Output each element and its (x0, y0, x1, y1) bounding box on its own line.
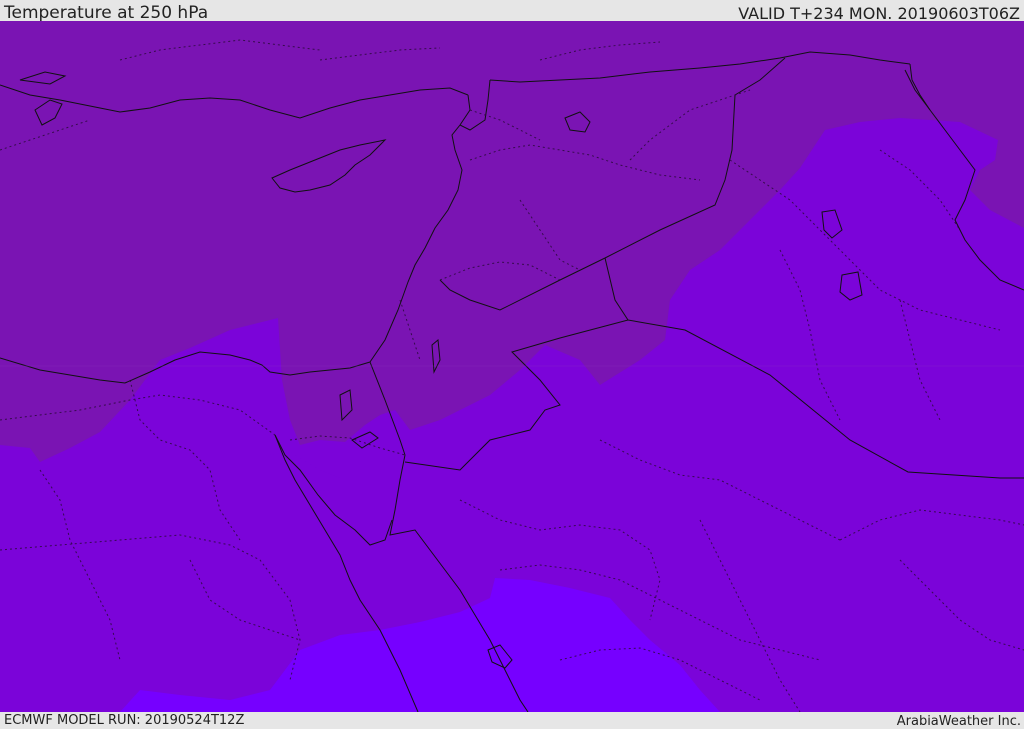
header-bar: Temperature at 250 hPa VALID T+234 MON. … (0, 0, 1024, 23)
brand-credit: ArabiaWeather Inc. (896, 714, 1021, 729)
footer-bar: ECMWF MODEL RUN: 20190524T12Z ArabiaWeat… (0, 712, 1024, 729)
model-run: ECMWF MODEL RUN: 20190524T12Z (4, 713, 245, 728)
weather-map-page: Temperature at 250 hPa VALID T+234 MON. … (0, 0, 1024, 729)
map-canvas (0, 21, 1024, 712)
map-title: Temperature at 250 hPa (4, 3, 209, 23)
